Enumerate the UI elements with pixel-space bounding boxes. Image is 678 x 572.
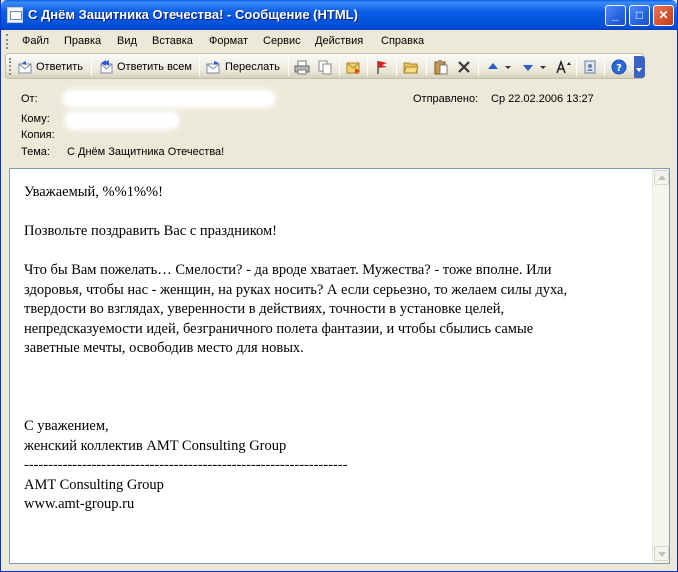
menu-grip[interactable] xyxy=(6,34,9,49)
from-value-redacted xyxy=(65,92,273,105)
open-folder-button[interactable] xyxy=(403,57,419,77)
toolbar-separator xyxy=(426,58,427,76)
toolbar-separator xyxy=(339,58,340,76)
message-header: От: Отправлено: Ср 22.02.2006 13:27 Кому… xyxy=(1,82,677,164)
from-label: От: xyxy=(21,93,38,105)
toolbar-separator xyxy=(478,58,479,76)
window-title: С Днём Защитника Отечества! - Сообщение … xyxy=(28,7,358,22)
wishes-line: Что бы Вам пожелать… Смелости? - да врод… xyxy=(24,262,552,278)
signature: женский коллектив AMT Consulting Group xyxy=(24,437,287,454)
next-item-button[interactable] xyxy=(520,57,547,77)
maximize-button[interactable]: □ xyxy=(629,5,650,26)
reply-button[interactable]: Ответить xyxy=(17,57,83,77)
wishes-line: заветные мечты, освободив место для новы… xyxy=(24,340,304,356)
reply-all-button[interactable]: Ответить всем xyxy=(98,57,192,77)
forward-label: Переслать xyxy=(225,61,280,73)
font-size-icon xyxy=(555,59,571,75)
menu-format[interactable]: Формат xyxy=(209,35,248,47)
closing: С уважением, xyxy=(24,418,109,434)
close-button[interactable]: ✕ xyxy=(653,5,674,26)
previous-item-icon xyxy=(485,59,501,75)
paste-icon xyxy=(433,59,449,75)
next-item-icon xyxy=(520,59,536,75)
reply-label: Ответить xyxy=(36,61,84,73)
toolbar-separator xyxy=(367,58,368,76)
open-folder-icon xyxy=(403,59,419,75)
reply-all-icon xyxy=(98,59,114,75)
toolbar-separator xyxy=(604,58,605,76)
toolbar-options-chevron[interactable] xyxy=(634,56,645,78)
to-value-redacted xyxy=(67,114,177,127)
website-link[interactable]: www.amt-group.ru xyxy=(24,495,639,515)
message-icon xyxy=(7,7,23,23)
font-size-button[interactable] xyxy=(555,57,571,77)
copy-button[interactable] xyxy=(317,57,333,77)
copy-icon xyxy=(317,59,333,75)
move-to-folder-icon xyxy=(345,59,361,75)
company-name: AMT Consulting Group xyxy=(24,476,164,493)
cc-label: Копия: xyxy=(21,129,55,141)
toolbar-grip[interactable] xyxy=(9,58,12,75)
menu-edit[interactable]: Правка xyxy=(64,35,101,47)
menu-view[interactable]: Вид xyxy=(117,35,137,47)
minimize-button[interactable]: _ xyxy=(605,5,626,26)
wishes-line: непредсказуемости идей, безграничного по… xyxy=(24,320,534,337)
menu-tools[interactable]: Сервис xyxy=(263,35,301,47)
subject-value: С Днём Защитника Отечества! xyxy=(67,146,225,158)
scroll-up-button[interactable] xyxy=(654,170,669,185)
message-window: С Днём Защитника Отечества! - Сообщение … xyxy=(0,0,678,572)
follow-up-flag-button[interactable] xyxy=(374,57,390,77)
forward-button[interactable]: Переслать xyxy=(206,57,280,77)
divider: ----------------------------------------… xyxy=(24,457,348,473)
toolbar-separator xyxy=(288,58,289,76)
to-label: Кому: xyxy=(21,113,50,125)
wishes-line: здоровья, чтобы нас - женщин, на руках н… xyxy=(24,281,568,298)
forward-icon xyxy=(206,59,222,75)
print-icon xyxy=(294,59,310,75)
reply-all-label: Ответить всем xyxy=(117,61,192,73)
greeting: Уважаемый, %%1%%! xyxy=(24,184,163,200)
toolbar-separator xyxy=(199,58,200,76)
flag-icon xyxy=(374,59,390,75)
subject-label: Тема: xyxy=(21,146,50,158)
menu-insert[interactable]: Вставка xyxy=(152,35,193,47)
message-text: Уважаемый, %%1%%! Позвольте поздравить В… xyxy=(24,183,639,515)
delete-button[interactable] xyxy=(456,57,472,77)
wishes-line: твердости во взглядах, уверенности в дей… xyxy=(24,301,505,317)
menu-file[interactable]: Файл xyxy=(22,35,49,47)
chevron-down-icon[interactable] xyxy=(539,59,547,75)
sent-value: Ср 22.02.2006 13:27 xyxy=(491,93,594,105)
address-book-button[interactable] xyxy=(582,57,598,77)
message-body[interactable]: Уважаемый, %%1%%! Позвольте поздравить В… xyxy=(9,168,670,564)
congrats-line: Позвольте поздравить Вас с праздником! xyxy=(24,223,277,239)
toolbar-separator xyxy=(396,58,397,76)
move-to-folder-button[interactable] xyxy=(345,57,361,77)
svg-text:?: ? xyxy=(616,63,622,74)
print-button[interactable] xyxy=(294,57,310,77)
menu-help[interactable]: Справка xyxy=(381,35,424,47)
chevron-down-icon[interactable] xyxy=(504,59,512,75)
menu-actions[interactable]: Действия xyxy=(315,35,363,47)
reply-icon xyxy=(17,59,33,75)
help-icon: ? xyxy=(611,59,627,75)
standard-toolbar: Ответить Ответить всем Переслать ? xyxy=(5,53,644,79)
previous-item-button[interactable] xyxy=(485,57,512,77)
menu-bar: Файл Правка Вид Вставка Формат Сервис Де… xyxy=(1,30,677,53)
delete-icon xyxy=(456,59,472,75)
toolbar-separator xyxy=(91,58,92,76)
scroll-down-button[interactable] xyxy=(654,546,669,561)
paste-button[interactable] xyxy=(433,57,449,77)
vertical-scrollbar[interactable] xyxy=(652,169,669,563)
sent-label: Отправлено: xyxy=(413,93,479,105)
toolbar-separator xyxy=(576,58,577,76)
address-book-icon xyxy=(582,59,598,75)
help-button[interactable]: ? xyxy=(611,57,627,77)
title-bar[interactable]: С Днём Защитника Отечества! - Сообщение … xyxy=(1,0,677,30)
